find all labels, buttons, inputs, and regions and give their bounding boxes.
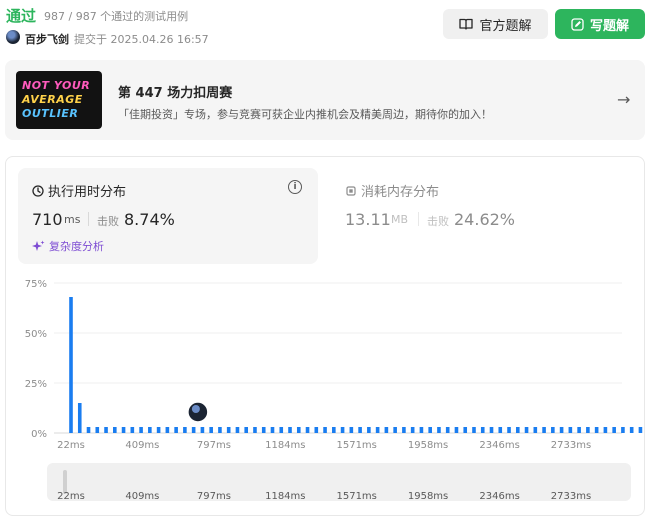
runtime-beat-label: 击败 — [97, 215, 119, 228]
write-solution-label: 写题解 — [589, 18, 629, 34]
memory-title-label: 消耗内存分布 — [361, 185, 440, 200]
memory-beat-label: 击败 — [427, 215, 449, 228]
complexity-analysis-link[interactable]: 复杂度分析 — [32, 238, 104, 254]
sparkle-icon — [32, 240, 45, 251]
range-scrollbar[interactable] — [47, 463, 631, 501]
chip-icon — [346, 185, 356, 196]
divider — [418, 212, 419, 226]
user-avatar[interactable] — [6, 30, 20, 44]
memory-unit: MB — [391, 213, 409, 226]
contest-image-line: NOT YOUR — [22, 79, 91, 92]
runtime-value: 710 — [32, 210, 63, 229]
memory-title[interactable]: 消耗内存分布 — [345, 181, 439, 200]
runtime-unit: ms — [64, 213, 81, 226]
arrow-right-icon[interactable]: → — [617, 90, 630, 109]
official-solution-label: 官方题解 — [479, 18, 532, 34]
runtime-beat-value: 8.74% — [124, 210, 175, 229]
edit-icon — [571, 17, 584, 31]
submit-time: 提交于 2025.04.26 16:57 — [74, 33, 209, 46]
contest-description: 「佳期投资」专场，参与竞赛可获企业内推机会及精美周边，期待你的加入！ — [118, 108, 492, 121]
write-solution-button[interactable]: 写题解 — [555, 9, 645, 39]
contest-image: NOT YOUR AVERAGE OUTLIER — [16, 71, 102, 129]
contest-image-line: AVERAGE — [22, 93, 83, 106]
user-name[interactable]: 百步飞剑 — [25, 31, 69, 47]
runtime-title-label: 执行用时分布 — [48, 185, 127, 200]
runtime-title: 执行用时分布 — [32, 181, 126, 200]
contest-image-line: OUTLIER — [22, 107, 79, 120]
submission-status: 通过 — [6, 7, 37, 25]
official-solution-button[interactable]: 官方题解 — [443, 9, 548, 39]
test-cases-count: 987 / 987 个通过的测试用例 — [44, 10, 189, 23]
clock-icon — [32, 184, 44, 197]
complexity-analysis-label: 复杂度分析 — [49, 240, 104, 253]
divider — [88, 212, 89, 226]
memory-value: 13.11 — [345, 210, 391, 229]
contest-title[interactable]: 第 447 场力扣周赛 — [118, 82, 232, 101]
info-icon[interactable]: i — [288, 180, 302, 194]
memory-beat-value: 24.62% — [454, 210, 516, 229]
book-icon — [459, 18, 474, 30]
